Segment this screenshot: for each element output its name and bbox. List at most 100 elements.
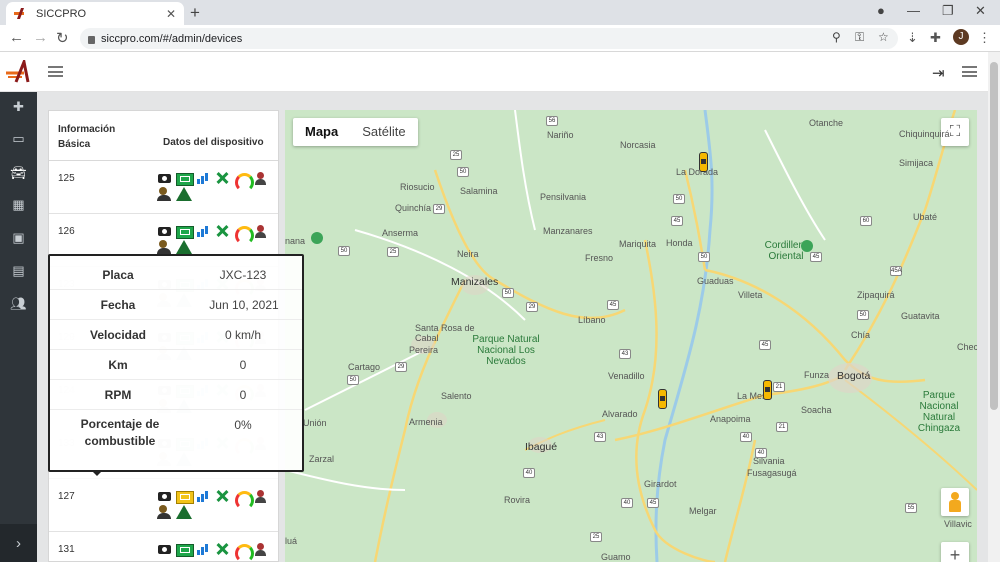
road-shield: 50 — [338, 246, 350, 256]
siccpro-logo-icon[interactable] — [4, 60, 34, 84]
user-location-icon — [252, 489, 269, 503]
map-label: Quinchía — [395, 203, 432, 213]
sidebar-item-table[interactable]: ▦ — [0, 193, 37, 217]
page-scrollbar[interactable] — [988, 52, 1000, 562]
speedometer-icon — [233, 224, 254, 245]
map-label: Villeta — [738, 290, 763, 300]
restore-icon[interactable]: ❐ — [942, 3, 954, 19]
table-row[interactable]: 131 — [49, 532, 278, 562]
road-shield: 50 — [347, 375, 359, 385]
briefcase-icon: ▣ — [12, 230, 25, 245]
dashboard-icon: ▭ — [12, 131, 25, 146]
map-label: Venadillo — [608, 371, 645, 381]
map-label: luá — [285, 536, 298, 546]
speedometer-icon — [233, 171, 254, 192]
sidebar-minimizer[interactable]: › — [0, 524, 37, 562]
key-icon[interactable]: ⚿ — [855, 30, 864, 45]
table-row[interactable]: 125 — [49, 161, 278, 214]
forward-icon[interactable]: → — [33, 29, 48, 46]
camera-icon — [156, 171, 173, 185]
map-label: Fresno — [585, 253, 614, 263]
sidebar-item-idcard[interactable]: ▤ — [0, 259, 37, 283]
browser-menu-icon[interactable]: ⋮ — [978, 30, 991, 46]
aside-menu-icon[interactable] — [962, 66, 977, 77]
map-label: Unión — [303, 418, 327, 428]
sidebar-toggle-icon[interactable] — [48, 66, 63, 77]
user-location-icon — [252, 171, 269, 185]
sidebar-item-dashboard[interactable]: ▭ — [0, 127, 37, 151]
vehicle-marker[interactable] — [763, 380, 772, 400]
map-view[interactable]: Mapa Satélite ⛶ + Nariño Norcasia Otanch… — [285, 110, 977, 562]
window-close-icon[interactable]: ✕ — [975, 3, 986, 19]
map-label: Melgar — [689, 506, 717, 516]
map-label: Funza — [804, 370, 830, 380]
map-label: Manizales — [451, 276, 499, 288]
table-row[interactable]: 127 — [49, 479, 278, 532]
popup-row-velocidad: Velocidad 0 km/h — [50, 320, 302, 350]
puzzle-icon[interactable]: ✚ — [930, 30, 941, 46]
user-location-icon — [252, 224, 269, 238]
map-label: Rovira — [504, 495, 531, 505]
browser-tab[interactable]: SICCPRO ✕ — [6, 2, 184, 25]
map-label: Salento — [441, 391, 472, 401]
road-shield: 29 — [433, 204, 445, 214]
profile-avatar[interactable]: J — [953, 29, 969, 45]
map-label: Ibagué — [525, 441, 558, 453]
map-label: Bogotá — [837, 370, 871, 382]
sidebar-item-users[interactable]: 👥︎ — [0, 292, 37, 316]
popup-row-placa: Placa JXC-123 — [50, 260, 302, 290]
street-view-pegman-icon[interactable] — [941, 488, 969, 516]
park-marker-icon[interactable] — [311, 232, 323, 244]
road-shield: 43 — [619, 349, 631, 359]
map-label: Honda — [666, 238, 693, 248]
tab-search-icon[interactable]: ● — [877, 3, 885, 18]
tools-icon — [214, 489, 231, 503]
map-label: Norcasia — [620, 140, 656, 150]
browser-toolbar: ← → ↻ siccpro.com/#/admin/devices ⚲ ⚿ ☆ … — [0, 25, 1000, 52]
car-icon: 🚘︎ — [10, 165, 27, 180]
map-label: Zarzal — [309, 454, 335, 464]
km-label: Km — [108, 358, 128, 372]
extension-icon[interactable]: ⇣ — [907, 30, 918, 46]
sidebar-item-briefcase[interactable]: ▣ — [0, 226, 37, 250]
sidebar-item-add[interactable]: ✚ — [0, 95, 37, 119]
reload-icon[interactable]: ↻ — [56, 29, 69, 47]
road-shield: 25 — [450, 150, 462, 160]
back-icon[interactable]: ← — [9, 29, 24, 46]
signal-icon — [195, 224, 212, 238]
battery-icon — [175, 171, 194, 186]
map-type-mapa[interactable]: Mapa — [293, 118, 350, 146]
map-label: Villavic — [944, 519, 972, 529]
park-marker-icon[interactable] — [801, 240, 813, 252]
map-type-satelite[interactable]: Satélite — [350, 118, 417, 146]
new-tab-icon[interactable]: + — [190, 3, 200, 23]
vehicle-info-popup: Placa JXC-123 Fecha Jun 10, 2021 Velocid… — [48, 254, 304, 472]
zoom-in-button[interactable]: + — [941, 542, 969, 562]
close-tab-icon[interactable]: ✕ — [166, 7, 176, 21]
tools-icon — [214, 542, 231, 556]
bookmark-star-icon[interactable]: ☆ — [878, 30, 889, 44]
map-label: Alvarado — [602, 409, 638, 419]
camera-icon — [156, 542, 173, 556]
address-bar[interactable]: siccpro.com/#/admin/devices ⚲ ⚿ ☆ — [80, 28, 898, 49]
battery-icon — [175, 224, 194, 239]
logout-icon[interactable]: ⇥ — [932, 64, 945, 82]
user-location-icon — [252, 542, 269, 556]
lock-icon — [88, 35, 95, 44]
siccpro-favicon-icon — [14, 8, 28, 20]
map-label: Guaduas — [697, 276, 734, 286]
map-label: Ubaté — [913, 212, 938, 222]
park-label: Parque Natural Nacional Los Nevados — [472, 334, 540, 367]
signal-icon — [195, 171, 212, 185]
location-icon[interactable]: ⚲ — [832, 30, 841, 44]
sidebar-item-devices[interactable]: 🚘︎ — [0, 161, 37, 185]
road-shield: 29 — [395, 362, 407, 372]
scrollbar-thumb[interactable] — [990, 62, 998, 410]
map-label: Manzanares — [543, 226, 593, 236]
minimize-icon[interactable]: — — [907, 3, 920, 18]
map-label: Santa Rosa de Cabal — [415, 323, 475, 343]
vehicle-marker[interactable] — [699, 152, 708, 172]
vehicle-marker[interactable] — [658, 389, 667, 409]
road-shield: 40 — [621, 498, 633, 508]
map-label: Simijaca — [899, 158, 934, 168]
